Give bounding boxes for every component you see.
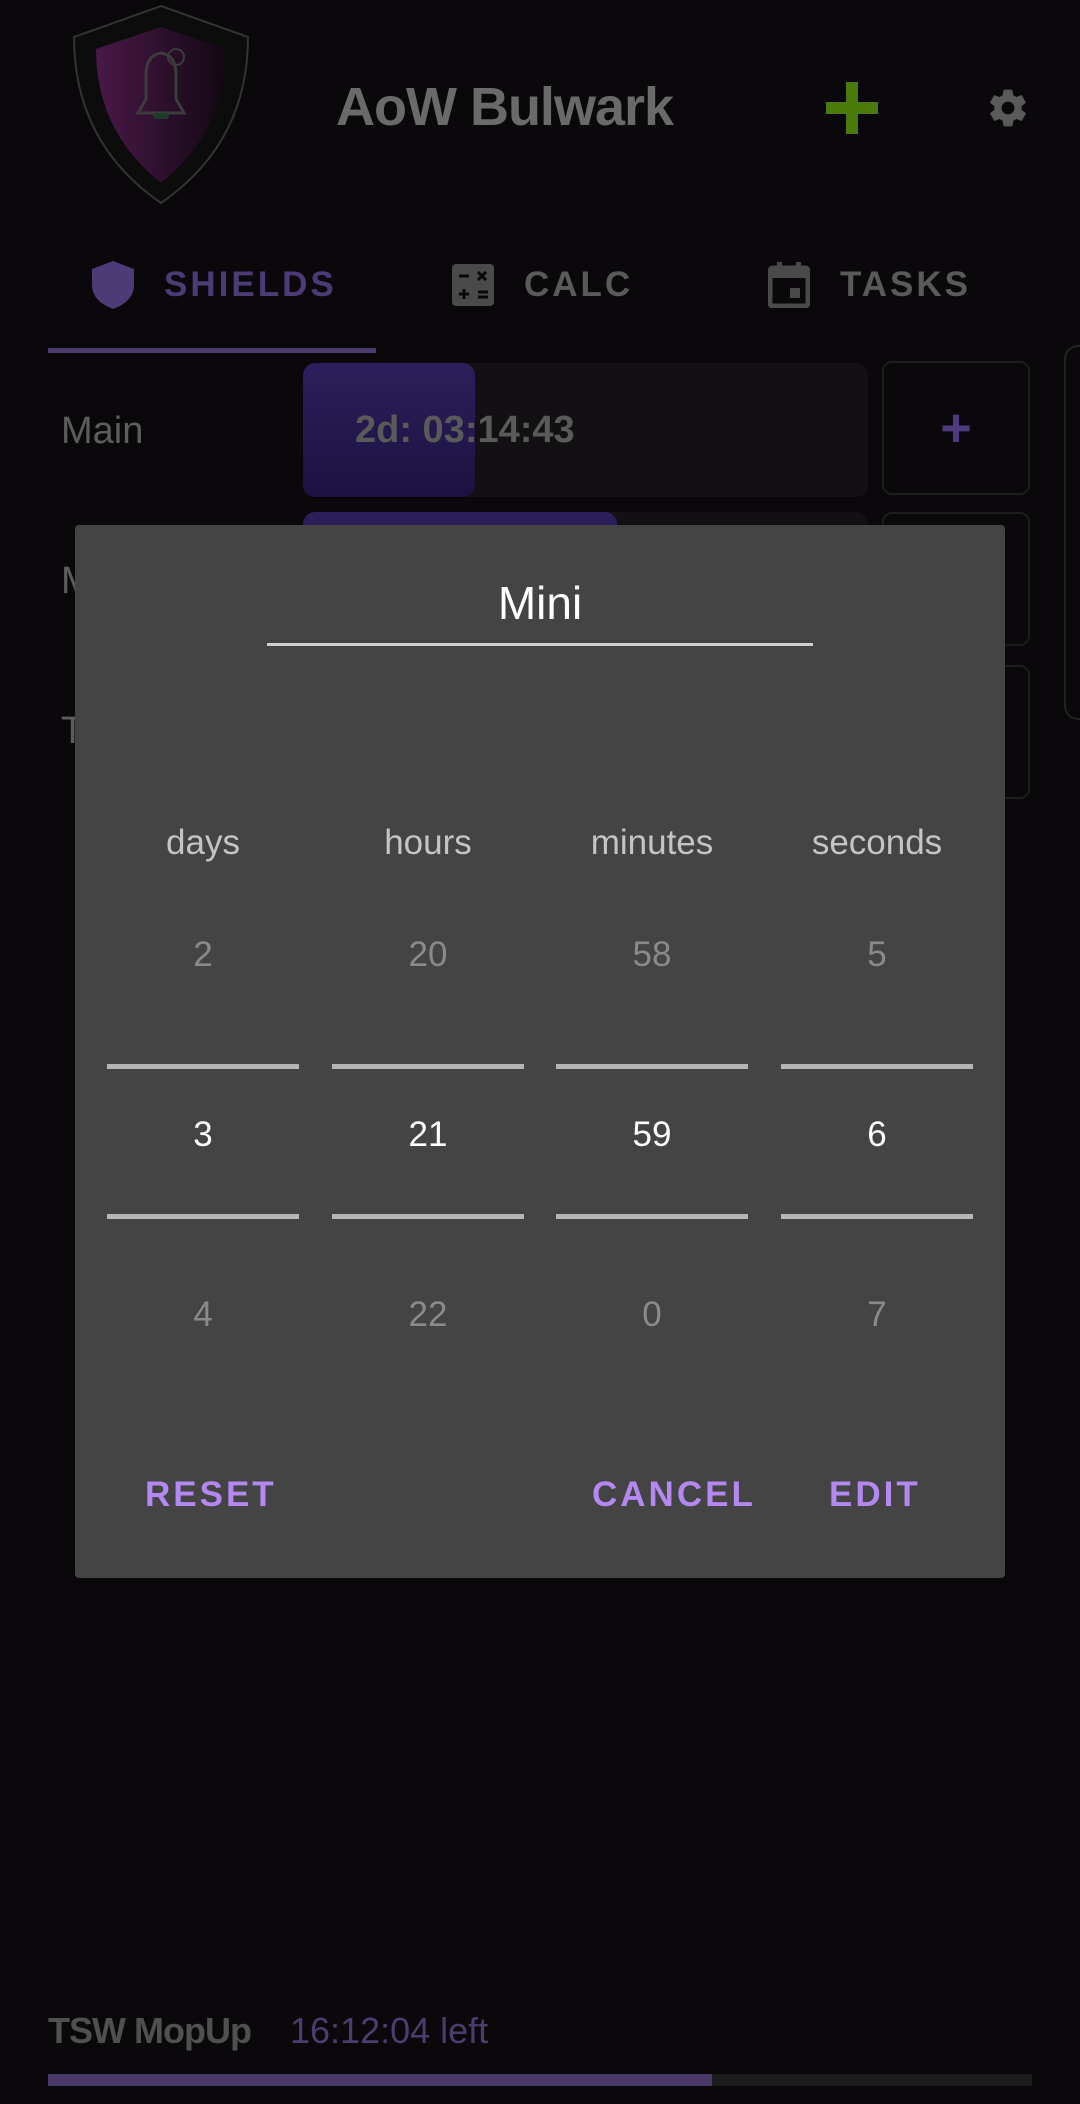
- hours-selected-value[interactable]: 21: [332, 1115, 524, 1155]
- plus-icon: [826, 82, 878, 134]
- hours-header: hours: [384, 823, 472, 862]
- app-title: AoW Bulwark: [336, 77, 674, 137]
- task-name: TSW MopUp: [48, 2010, 252, 2051]
- hours-prev-value[interactable]: 20: [332, 935, 524, 975]
- seconds-next-value[interactable]: 7: [781, 1295, 973, 1335]
- edit-button[interactable]: EDIT: [829, 1475, 921, 1515]
- tab-calc-label: CALC: [524, 265, 634, 304]
- shield-timer-text: 2d: 03:14:43: [355, 408, 575, 451]
- active-tab-indicator: [48, 348, 376, 353]
- picker-divider: [781, 1214, 973, 1219]
- picker-divider: [556, 1214, 748, 1219]
- edit-shield-dialog: days hours minutes seconds 2 3 4 20 21 2…: [75, 525, 1005, 1578]
- seconds-prev-value[interactable]: 5: [781, 935, 973, 975]
- seconds-picker[interactable]: 5 6 7: [781, 935, 973, 1405]
- seconds-selected-value[interactable]: 6: [781, 1115, 973, 1155]
- task-progress-bar: [48, 2074, 1032, 2086]
- shield-row-label: Main: [61, 410, 144, 452]
- picker-divider: [107, 1064, 299, 1069]
- hours-picker[interactable]: 20 21 22: [332, 935, 524, 1405]
- add-shield-button[interactable]: [826, 82, 878, 134]
- extend-shield-button[interactable]: +: [882, 361, 1030, 495]
- shield-timer-bar[interactable]: 2d: 03:14:43: [303, 363, 868, 497]
- days-prev-value[interactable]: 2: [107, 935, 299, 975]
- days-picker[interactable]: 2 3 4: [107, 935, 299, 1405]
- shield-icon: [92, 261, 134, 309]
- picker-divider: [781, 1064, 973, 1069]
- hours-next-value[interactable]: 22: [332, 1295, 524, 1335]
- days-header: days: [166, 823, 240, 862]
- days-selected-value[interactable]: 3: [107, 1115, 299, 1155]
- settings-button[interactable]: [986, 86, 1030, 130]
- minutes-header: minutes: [590, 823, 714, 862]
- gear-icon: [990, 89, 1026, 127]
- minutes-prev-value[interactable]: 58: [556, 935, 748, 975]
- reset-button[interactable]: RESET: [145, 1475, 277, 1515]
- tab-calc[interactable]: CALC: [452, 258, 633, 312]
- picker-divider: [332, 1214, 524, 1219]
- tab-tasks[interactable]: TASKS: [768, 258, 971, 312]
- tab-shields-label: SHIELDS: [164, 265, 337, 304]
- tab-tasks-label: TASKS: [840, 265, 972, 304]
- scrollbar[interactable]: [1064, 345, 1080, 720]
- cancel-button[interactable]: CANCEL: [592, 1475, 756, 1515]
- app-logo: [68, 3, 255, 207]
- calendar-icon: [768, 262, 810, 308]
- seconds-header: seconds: [811, 823, 943, 862]
- days-next-value[interactable]: 4: [107, 1295, 299, 1335]
- minutes-picker[interactable]: 58 59 0: [556, 935, 748, 1405]
- picker-divider: [107, 1214, 299, 1219]
- tab-shields[interactable]: SHIELDS: [92, 258, 337, 312]
- picker-divider: [332, 1064, 524, 1069]
- minutes-next-value[interactable]: 0: [556, 1295, 748, 1335]
- minutes-selected-value[interactable]: 59: [556, 1115, 748, 1155]
- task-time-left: 16:12:04 left: [290, 2010, 489, 2051]
- calculator-icon: [452, 264, 494, 306]
- picker-divider: [556, 1064, 748, 1069]
- shield-name-input[interactable]: [267, 563, 813, 646]
- task-progress-fill: [48, 2074, 713, 2086]
